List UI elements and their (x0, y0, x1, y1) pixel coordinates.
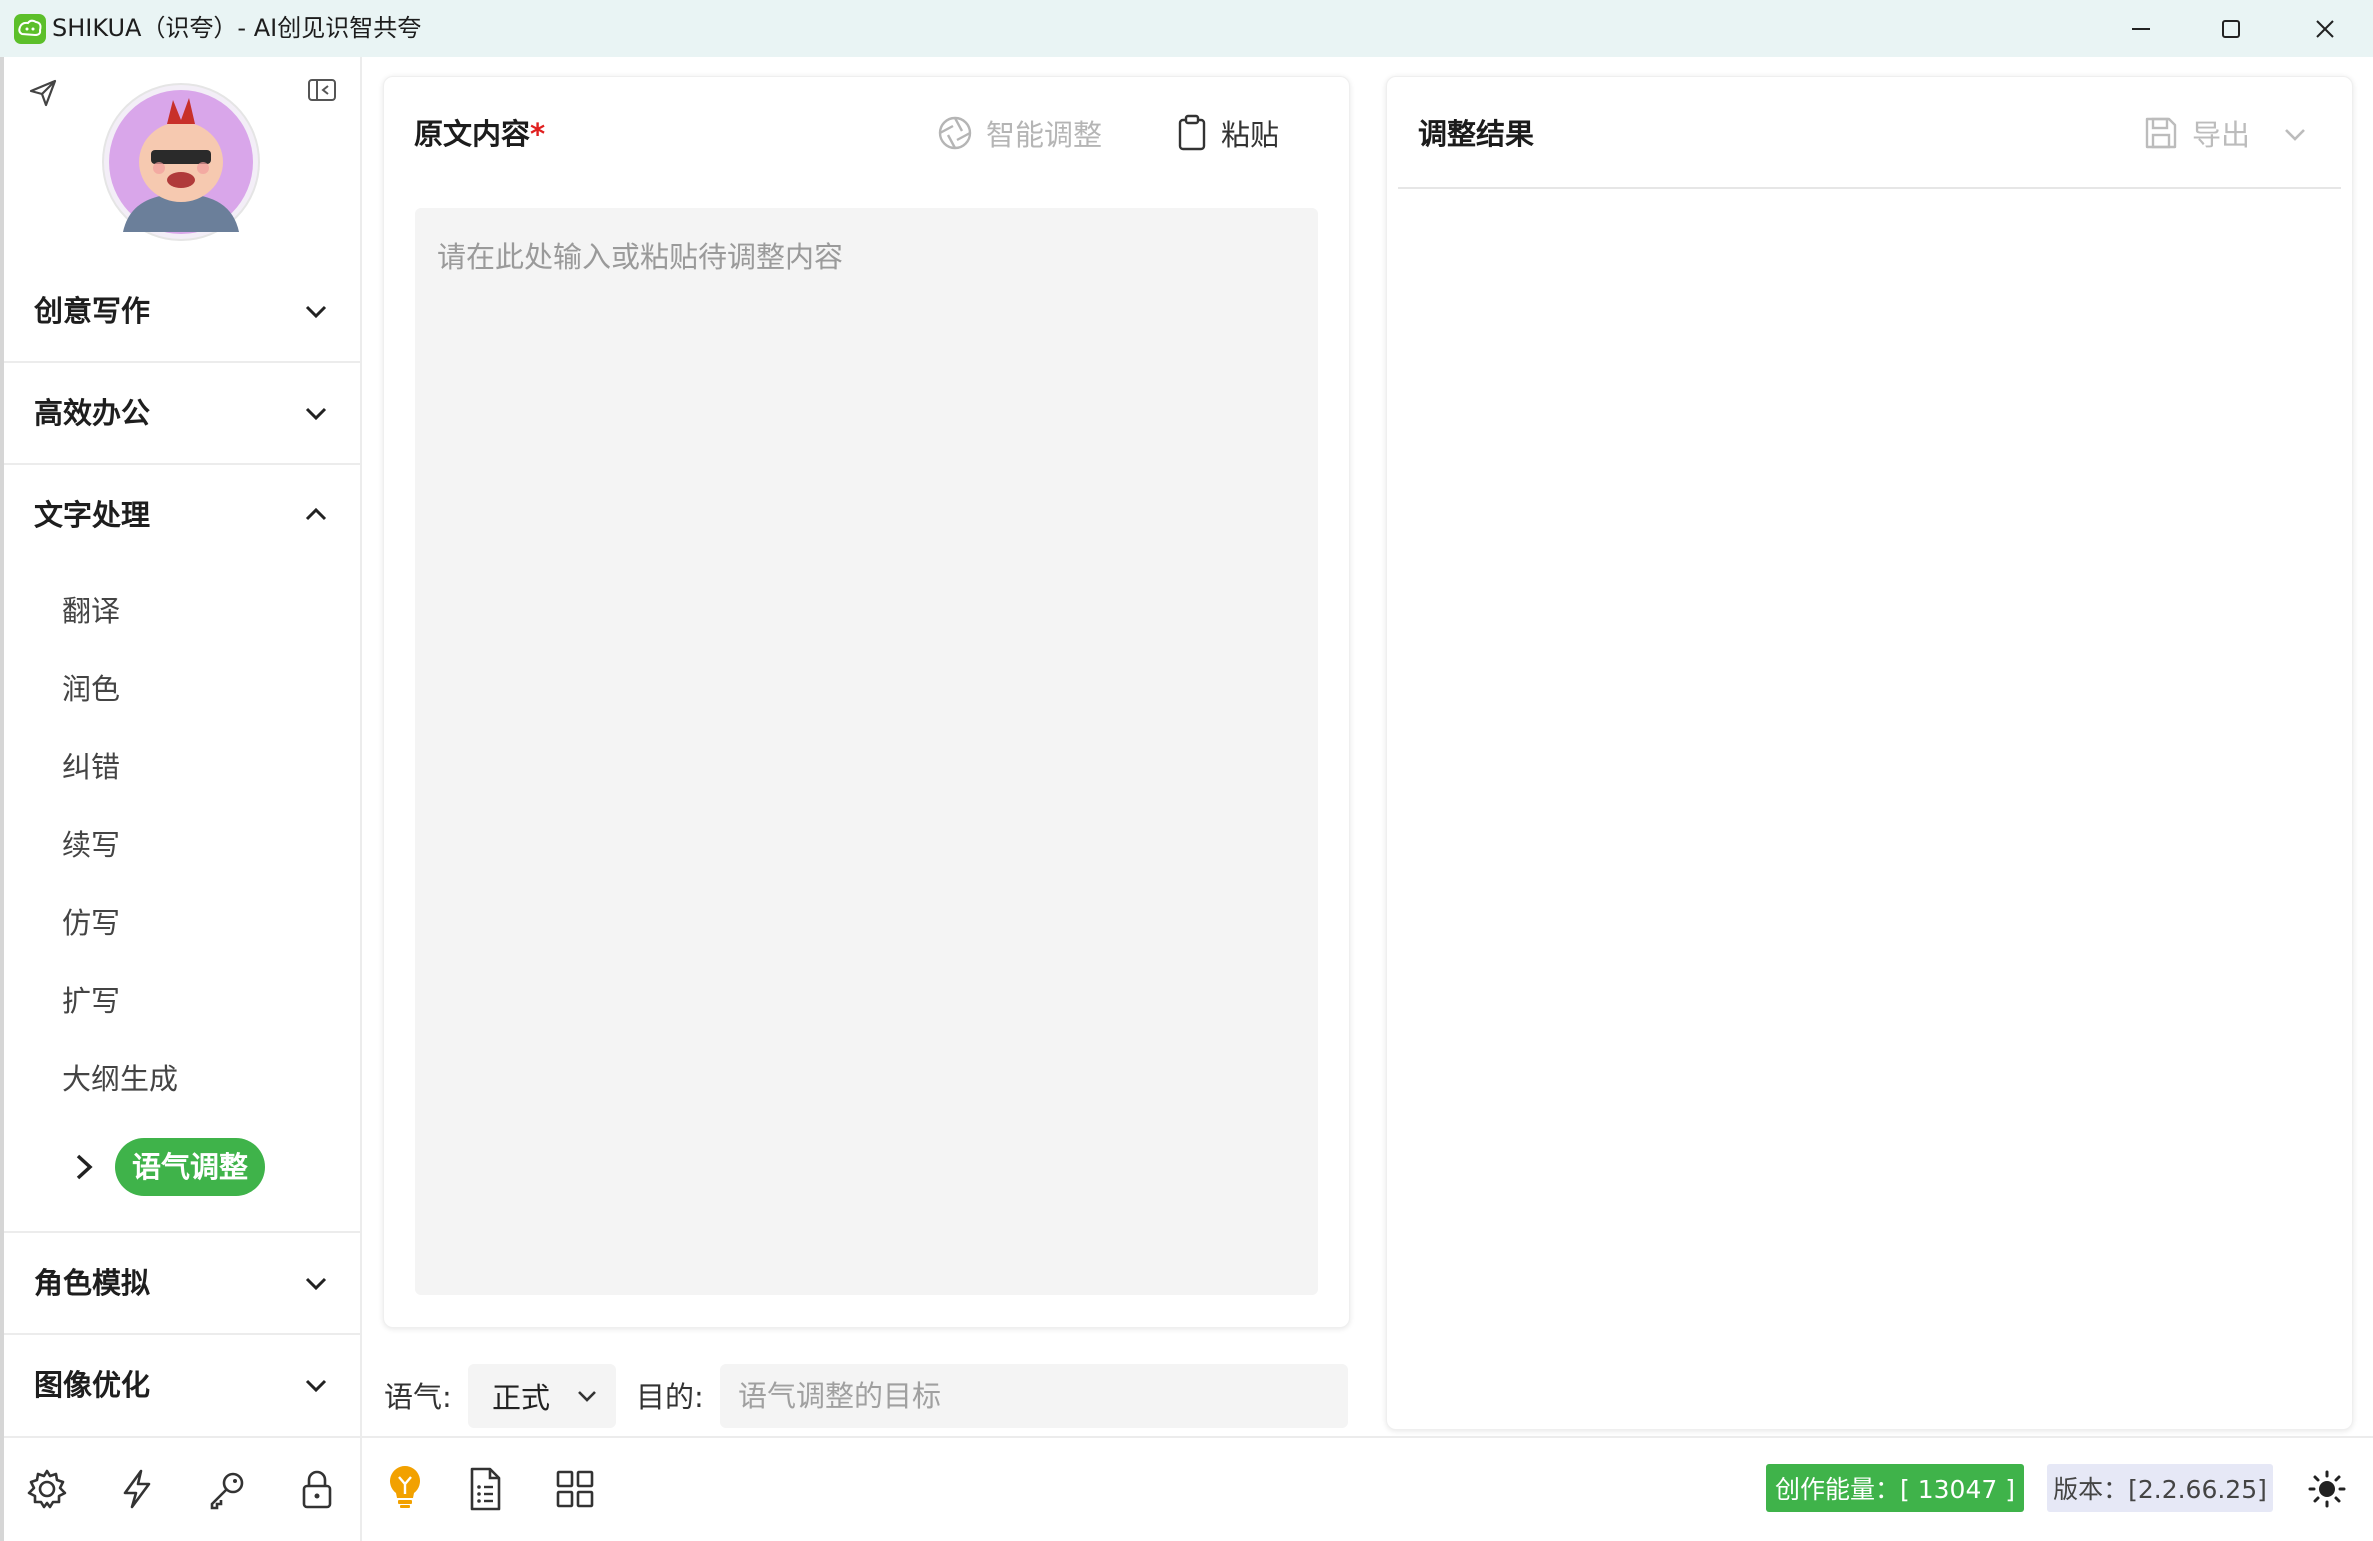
category-label: 图像优化 (34, 1368, 151, 1402)
smart-adjust-button[interactable]: 智能调整 (936, 110, 1102, 156)
lightning-icon[interactable] (112, 1464, 162, 1514)
category-label: 创意写作 (34, 294, 151, 328)
maximize-button[interactable] (2186, 0, 2276, 57)
energy-badge: 创作能量：[ 13047 ] (1766, 1464, 2024, 1512)
result-title: 调整结果 (1418, 117, 1535, 151)
sidebar-item-imitate[interactable]: 仿写 (62, 903, 120, 943)
category-text-processing[interactable]: 文字处理 (4, 465, 360, 565)
source-text-input[interactable] (415, 208, 1318, 1295)
chevron-down-icon (578, 1391, 596, 1402)
tone-value: 正式 (492, 1381, 551, 1415)
key-icon[interactable] (202, 1464, 252, 1514)
minimize-button[interactable] (2096, 0, 2186, 57)
collapse-sidebar-icon[interactable] (306, 76, 340, 106)
aperture-icon (938, 116, 972, 150)
source-title-text: 原文内容 (414, 117, 531, 151)
chevron-up-icon (305, 507, 327, 521)
chevron-down-icon (305, 305, 327, 319)
grid-icon[interactable] (550, 1464, 600, 1514)
paste-label: 粘贴 (1221, 118, 1280, 152)
minimize-icon (2132, 27, 2150, 30)
lock-icon[interactable] (292, 1464, 342, 1514)
goal-label: 目的: (636, 1380, 704, 1414)
bottom-bar-divider (4, 1436, 2373, 1438)
result-header-divider (1398, 187, 2341, 189)
tone-select[interactable]: 正式 (468, 1364, 616, 1428)
sidebar-item-tone-adjust[interactable]: 语气调整 (115, 1138, 265, 1196)
smart-adjust-label: 智能调整 (986, 118, 1103, 152)
category-label: 角色模拟 (34, 1266, 151, 1300)
export-button[interactable]: 导出 (2142, 110, 2250, 156)
paste-button[interactable]: 粘贴 (1175, 110, 1279, 156)
save-icon (2145, 117, 2177, 149)
sidebar-item-translate[interactable]: 翻译 (62, 591, 120, 631)
category-image-optimize[interactable]: 图像优化 (4, 1335, 360, 1435)
category-label: 高效办公 (34, 396, 151, 430)
sidebar-item-proofread[interactable]: 纠错 (62, 747, 120, 787)
clipboard-icon (1178, 114, 1206, 151)
sidebar-item-expand[interactable]: 扩写 (62, 981, 120, 1021)
result-panel (1386, 76, 2353, 1430)
sidebar-item-polish[interactable]: 润色 (62, 669, 120, 709)
chevron-right-icon (70, 1152, 98, 1182)
sidebar-item-outline[interactable]: 大纲生成 (62, 1059, 178, 1099)
export-label: 导出 (2192, 118, 2251, 152)
required-mark: * (530, 117, 546, 151)
version-badge: 版本：[2.2.66.25] (2047, 1464, 2273, 1512)
avatar[interactable] (101, 82, 261, 242)
close-button[interactable] (2280, 0, 2370, 57)
bulb-icon[interactable] (380, 1462, 430, 1512)
source-title: 原文内容* (414, 114, 545, 154)
maximize-icon (2222, 19, 2240, 38)
window-title: SHIKUA（识夸）- AI创见识智共夸 (52, 14, 422, 42)
category-role-play[interactable]: 角色模拟 (4, 1233, 360, 1333)
chevron-down-icon (305, 1379, 327, 1393)
sidebar-item-continue[interactable]: 续写 (62, 825, 120, 865)
category-office[interactable]: 高效办公 (4, 363, 360, 463)
export-dropdown-button[interactable] (2280, 120, 2310, 150)
goal-input[interactable] (720, 1364, 1348, 1428)
send-icon[interactable] (26, 76, 60, 110)
tone-label: 语气: (384, 1380, 452, 1414)
close-icon (2316, 19, 2334, 38)
category-label: 文字处理 (34, 498, 151, 532)
theme-sun-icon[interactable] (2302, 1464, 2352, 1514)
category-creative-writing[interactable]: 创意写作 (4, 261, 360, 361)
chevron-down-icon (305, 1277, 327, 1291)
document-list-icon[interactable] (460, 1464, 510, 1514)
chevron-down-icon (305, 407, 327, 421)
app-logo-icon (14, 14, 46, 44)
chevron-down-icon (2285, 129, 2305, 141)
settings-icon[interactable] (22, 1464, 72, 1514)
